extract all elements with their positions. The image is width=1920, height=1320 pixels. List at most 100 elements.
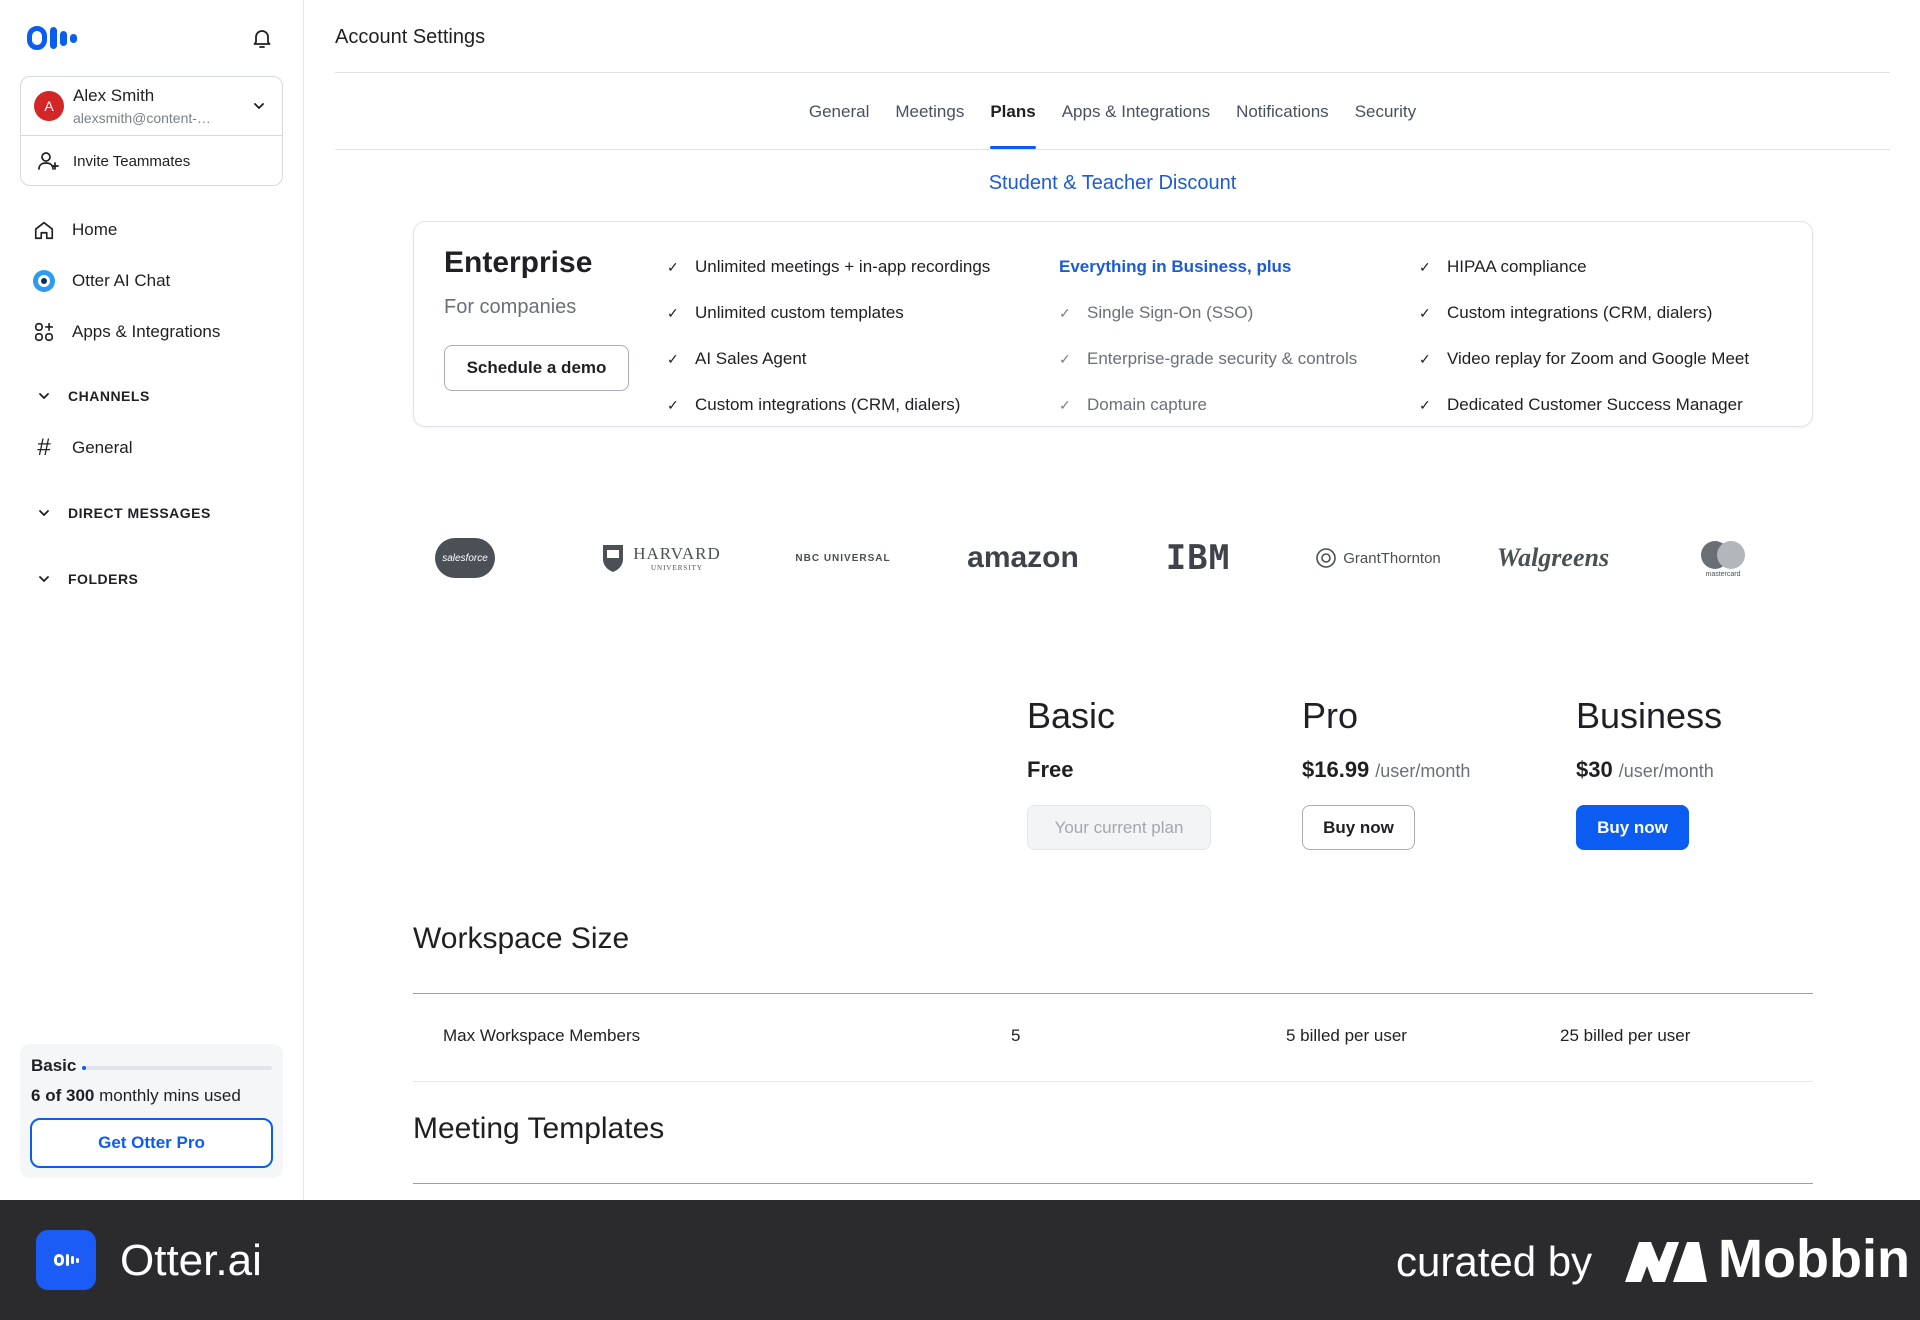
feature-item: ✓ HIPAA compliance [1419,257,1587,276]
otter-chat-icon [32,269,56,293]
feature-item: ✓ Custom integrations (CRM, dialers) [1419,303,1713,322]
discount-label[interactable]: Student & Teacher Discount [989,172,1237,194]
amazon-logo: amazon [967,541,1079,574]
user-email: alexsmith@content-… [73,110,211,126]
plan-pro: Pro $16.99/user/month Buy now [1302,695,1470,850]
check-icon: ✓ [667,350,679,367]
sidebar-item-label: General [72,438,133,457]
business-value: 25 billed per user [1560,1026,1691,1045]
usage-total: 300 [65,1086,95,1105]
check-icon: ✓ [1059,396,1071,413]
page-title: Account Settings [335,26,486,48]
feature-item: ✓ Enterprise-grade security & controls [1059,349,1358,368]
feature-item: ✓ Domain capture [1059,395,1208,414]
feature-item: ✓ Video replay for Zoom and Google Meet [1419,349,1750,368]
tab-plans[interactable]: Plans [990,86,1037,149]
tab-apps-integrations[interactable]: Apps & Integrations [1062,86,1210,149]
plan-name: Basic [1027,695,1116,736]
user-card: A Alex Smith alexsmith@content-… Invite … [20,76,283,186]
feature-item: ✓ Unlimited custom templates [667,303,904,322]
schedule-demo-button[interactable]: Schedule a demo [444,345,629,391]
invite-teammates-button[interactable]: Invite Teammates [21,136,282,185]
divider [335,72,1890,73]
get-otter-pro-button[interactable]: Get Otter Pro [30,1118,273,1168]
otter-logo-icon[interactable] [27,26,77,50]
otter-app-icon [36,1230,96,1290]
pro-value: 5 billed per user [1286,1026,1407,1045]
chevron-down-icon [39,393,49,400]
enterprise-features-col-1: ✓ Unlimited meetings + in-app recordings … [667,244,990,428]
sidebar: A Alex Smith alexsmith@content-… Invite … [0,0,304,1200]
sidebar-item-apps[interactable]: Apps & Integrations [32,320,220,344]
account-switcher[interactable]: A Alex Smith alexsmith@content-… [21,77,282,136]
plan-basic: Basic Free Your current plan [1027,695,1211,850]
mastercard-logo: mastercard [1683,530,1763,586]
direct-messages-section-toggle[interactable]: DIRECT MESSAGES [38,505,211,521]
walgreens-logo: Walgreens [1496,543,1610,572]
bell-icon[interactable] [250,26,274,50]
plan-name: Business [1576,695,1723,736]
tab-security[interactable]: Security [1355,86,1416,149]
sidebar-item-label: Apps & Integrations [72,322,221,341]
sidebar-item-home[interactable]: Home [32,218,117,242]
settings-tabs: General Meetings Plans Apps & Integratio… [335,86,1890,150]
hashtag-icon: # [37,434,51,461]
buy-business-button[interactable]: Buy now [1576,805,1689,850]
usage-text: 6 of 300 monthly mins used [31,1086,241,1106]
enterprise-card: Enterprise For companies Schedule a demo… [413,221,1813,427]
enterprise-features-col-2: Everything in Business, plus ✓ Single Sig… [1059,244,1357,428]
usage-progress-bar [82,1066,272,1070]
mastercard-circles-icon [1701,540,1745,569]
plan-business: Business $30/user/month Buy now [1576,695,1723,850]
feature-item: ✓ AI Sales Agent [667,349,807,368]
sidebar-item-channel-general[interactable]: # General [32,434,133,461]
sidebar-item-label: Otter AI Chat [72,271,171,290]
enterprise-title: Enterprise [444,246,593,279]
tab-general[interactable]: General [809,86,869,149]
usage-card: Basic 6 of 300 monthly mins used Get Ott… [20,1044,283,1178]
check-icon: ✓ [1419,396,1431,413]
mobbin-logo-icon [1625,1242,1707,1282]
check-icon: ✓ [1059,304,1071,321]
salesforce-logo: salesforce [425,530,505,586]
grant-thornton-mark-icon [1316,548,1337,568]
add-user-icon [38,152,59,170]
nbc-universal-logo: NBC UNIVERSAL [795,552,891,564]
check-icon: ✓ [1059,350,1071,367]
student-teacher-discount-link[interactable]: Student & Teacher Discount [335,172,1890,195]
check-icon: ✓ [1419,258,1431,275]
feature-item: ✓ Unlimited meetings + in-app recordings [667,257,991,276]
table-row: Max Workspace Members 5 5 billed per use… [413,994,1813,1082]
feature-item: ✓ Dedicated Customer Success Manager [1419,395,1743,414]
mobbin-brand: Mobbin [1718,1229,1910,1289]
app-name: Otter.ai [120,1236,262,1285]
plan-price: $30/user/month [1576,757,1714,782]
chevron-down-icon [39,576,49,583]
plan-name: Pro [1302,695,1359,736]
home-icon [32,218,56,242]
harvard-shield-icon [603,545,624,572]
avatar: A [34,91,64,121]
tab-meetings[interactable]: Meetings [895,86,964,149]
harvard-logo: HARVARD UNIVERSITY [591,530,731,586]
sidebar-item-otter-ai-chat[interactable]: Otter AI Chat [32,269,170,293]
footer-bar: Otter.ai curated by Mobbin [0,1200,1920,1320]
section-label: CHANNELS [68,388,150,404]
usage-progress-fill [82,1066,86,1070]
check-icon: ✓ [1419,304,1431,321]
enterprise-subtitle: For companies [444,296,577,318]
usage-suffix: monthly mins used [99,1086,241,1105]
basic-value: 5 [1011,1026,1021,1045]
feature-header: Everything in Business, plus [1059,257,1292,276]
channels-section-toggle[interactable]: CHANNELS [38,388,150,404]
chevron-down-icon[interactable] [252,99,266,113]
buy-pro-button[interactable]: Buy now [1302,805,1415,850]
workspace-size-title: Workspace Size [413,922,630,955]
tab-notifications[interactable]: Notifications [1236,86,1329,149]
grant-thornton-logo: GrantThornton [1308,530,1448,586]
feature-item: ✓ Single Sign-On (SSO) [1059,303,1254,322]
folders-section-toggle[interactable]: FOLDERS [38,571,138,587]
customer-logos: salesforce HARVARD UNIVERSITY NBC UNIVER… [413,530,1813,586]
section-label: FOLDERS [68,571,139,587]
meeting-templates-title: Meeting Templates [413,1112,665,1145]
